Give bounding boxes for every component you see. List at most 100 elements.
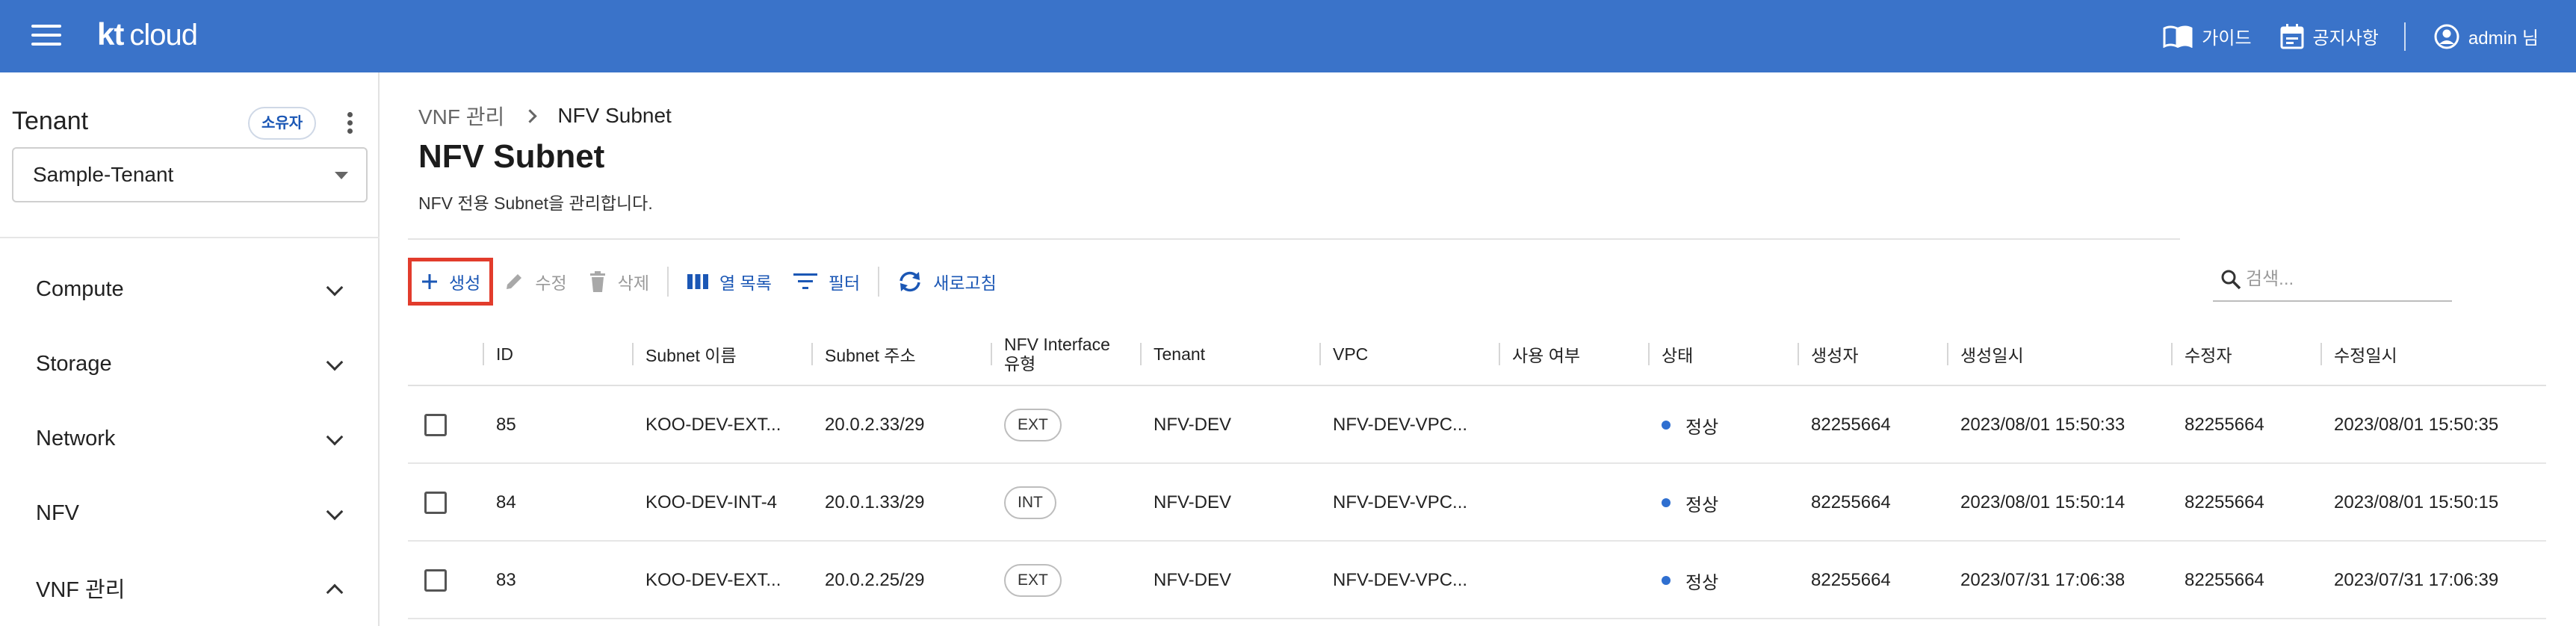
column-header-creator[interactable]: 생성자 — [1798, 322, 1858, 386]
cell-modified: 2023/07/31 17:06:39 — [2334, 570, 2499, 590]
interface-type-chip: EXT — [1004, 564, 1062, 597]
column-header-modifier[interactable]: 수정자 — [2171, 322, 2232, 386]
breadcrumb-vnf-management[interactable]: VNF 관리 — [418, 101, 504, 131]
columns-icon — [687, 274, 708, 289]
kebab-icon[interactable] — [341, 110, 359, 137]
breadcrumb: VNF 관리 NFV Subnet — [418, 101, 672, 131]
table-row[interactable]: 85 KOO-DEV-EXT... 20.0.2.33/29 EXT NFV-D… — [408, 386, 2546, 464]
dropdown-caret-icon — [335, 172, 348, 179]
cell-vpc: NFV-DEV-VPC... — [1333, 570, 1468, 590]
status-dot-icon — [1662, 421, 1671, 430]
create-button[interactable]: 생성 — [408, 258, 494, 306]
row-checkbox[interactable] — [424, 569, 447, 592]
column-header-vpc[interactable]: VPC — [1319, 322, 1368, 386]
user-menu[interactable]: admin 님 — [2434, 23, 2539, 49]
search-box[interactable] — [2213, 257, 2452, 302]
page-title: NFV Subnet — [418, 138, 605, 175]
cell-modified: 2023/08/01 15:50:15 — [2334, 492, 2499, 512]
row-checkbox[interactable] — [424, 492, 447, 514]
filter-button[interactable]: 필터 — [782, 258, 870, 306]
chevron-down-icon — [326, 503, 344, 521]
tenant-title: Tenant — [12, 107, 89, 135]
sidebar-item-vnf-management[interactable]: VNF 관리 — [0, 558, 378, 618]
cell-tenant: NFV-DEV — [1154, 570, 1232, 590]
tenant-select[interactable]: Sample-Tenant — [12, 147, 368, 202]
cell-created: 2023/08/01 15:50:33 — [1960, 415, 2125, 435]
cell-subnet-name: KOO-DEV-INT-4 — [645, 492, 778, 512]
cell-status: 정상 — [1662, 386, 1718, 464]
column-header-status[interactable]: 상태 — [1648, 322, 1693, 386]
refresh-icon — [900, 271, 920, 292]
cell-creator: 82255664 — [1811, 492, 1891, 512]
delete-button[interactable]: 삭제 — [578, 258, 660, 306]
edit-button[interactable]: 수정 — [493, 258, 577, 306]
table-row[interactable]: 83 KOO-DEV-EXT... 20.0.2.25/29 EXT NFV-D… — [408, 542, 2546, 619]
cell-modifier: 82255664 — [2185, 570, 2264, 590]
cell-tenant: NFV-DEV — [1154, 415, 1232, 435]
status-dot-icon — [1662, 576, 1671, 585]
cell-created: 2023/07/31 17:06:38 — [1960, 570, 2125, 590]
chevron-down-icon — [326, 353, 344, 371]
header-divider — [408, 238, 2180, 240]
cell-id: 85 — [496, 415, 516, 435]
column-header-interface-type[interactable]: NFV Interface 유형 — [991, 322, 1110, 386]
column-header-use[interactable]: 사용 여부 — [1499, 322, 1580, 386]
column-header-subnet-address[interactable]: Subnet 주소 — [811, 322, 916, 386]
column-header-tenant[interactable]: Tenant — [1140, 322, 1205, 386]
column-header-subnet-name[interactable]: Subnet 이름 — [632, 322, 737, 386]
cell-id: 83 — [496, 570, 516, 590]
cell-subnet-address: 20.0.2.25/29 — [825, 570, 925, 590]
sidebar: Tenant 소유자 Sample-Tenant Compute Storage… — [0, 72, 380, 626]
toolbar: 생성 수정 삭제 열 목록 필터 새로고침 — [408, 258, 1007, 306]
topbar-divider — [2403, 22, 2406, 51]
cell-subnet-name: KOO-DEV-EXT... — [645, 570, 781, 590]
kt-cloud-logo[interactable]: kt cloud — [97, 16, 198, 52]
search-icon — [2221, 270, 2241, 290]
notice-link[interactable]: 공지사항 — [2280, 23, 2379, 49]
cell-vpc: NFV-DEV-VPC... — [1333, 415, 1468, 435]
search-input[interactable] — [2246, 263, 2447, 296]
plus-icon — [422, 274, 437, 289]
cell-creator: 82255664 — [1811, 570, 1891, 590]
column-header-id[interactable]: ID — [483, 322, 513, 386]
toolbar-divider — [878, 267, 880, 297]
main-content: VNF 관리 NFV Subnet NFV Subnet NFV 전용 Subn… — [381, 72, 2576, 626]
breadcrumb-current: NFV Subnet — [557, 104, 672, 127]
sidebar-item-nfv[interactable]: NFV — [0, 483, 378, 543]
interface-type-chip: INT — [1004, 486, 1056, 519]
sidebar-divider — [0, 237, 380, 238]
row-checkbox[interactable] — [424, 414, 447, 436]
toolbar-divider — [666, 267, 669, 297]
cell-subnet-name: KOO-DEV-EXT... — [645, 415, 781, 435]
column-header-created[interactable]: 생성일시 — [1947, 322, 2024, 386]
chevron-down-icon — [326, 428, 344, 446]
calendar-icon — [2280, 23, 2304, 49]
refresh-button[interactable]: 새로고침 — [887, 258, 1007, 306]
status-dot-icon — [1662, 498, 1671, 507]
sidebar-item-compute[interactable]: Compute — [0, 259, 378, 319]
table-row[interactable]: 84 KOO-DEV-INT-4 20.0.1.33/29 INT NFV-DE… — [408, 464, 2546, 542]
trash-icon — [589, 271, 605, 292]
sidebar-item-storage[interactable]: Storage — [0, 334, 378, 394]
cell-status: 정상 — [1662, 464, 1718, 542]
top-bar: kt cloud 가이드 공지사항 admin 님 — [0, 0, 2576, 72]
cell-created: 2023/08/01 15:50:14 — [1960, 492, 2125, 512]
guide-link[interactable]: 가이드 — [2163, 23, 2252, 49]
owner-badge[interactable]: 소유자 — [248, 107, 317, 140]
cell-modifier: 82255664 — [2185, 415, 2264, 435]
subnet-table: ID Subnet 이름 Subnet 주소 NFV Interface 유형 … — [408, 322, 2546, 619]
page-description: NFV 전용 Subnet을 관리합니다. — [418, 193, 653, 213]
cell-creator: 82255664 — [1811, 415, 1891, 435]
table-header: ID Subnet 이름 Subnet 주소 NFV Interface 유형 … — [408, 322, 2546, 386]
menu-icon[interactable] — [31, 25, 61, 47]
cell-tenant: NFV-DEV — [1154, 492, 1232, 512]
column-header-modified[interactable]: 수정일시 — [2320, 322, 2397, 386]
filter-icon — [793, 273, 817, 289]
chevron-right-icon — [523, 108, 538, 123]
sidebar-item-network[interactable]: Network — [0, 409, 378, 468]
interface-type-chip: EXT — [1004, 409, 1062, 441]
cell-vpc: NFV-DEV-VPC... — [1333, 492, 1468, 512]
cell-subnet-address: 20.0.1.33/29 — [825, 492, 925, 512]
columns-button[interactable]: 열 목록 — [676, 258, 782, 306]
account-icon — [2434, 24, 2459, 49]
